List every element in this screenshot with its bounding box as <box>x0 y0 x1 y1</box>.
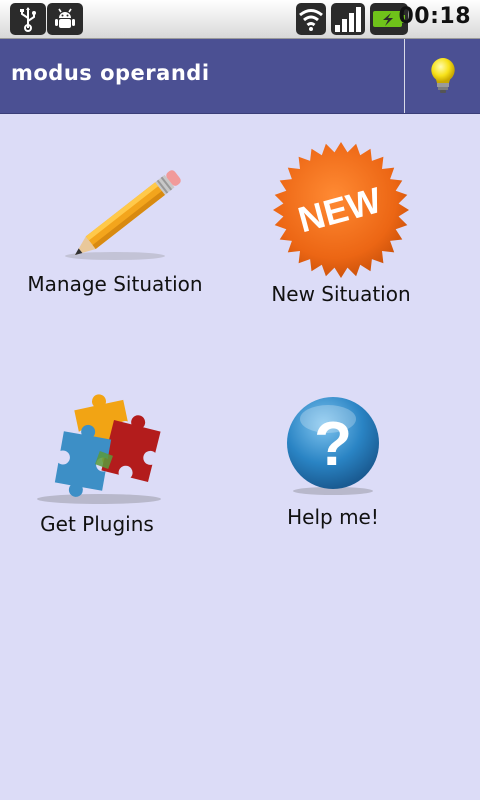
wifi-icon <box>296 3 326 35</box>
get-plugins-label: Get Plugins <box>40 512 154 536</box>
help-tile[interactable]: ? Help me! <box>218 395 448 529</box>
question-icon: ? <box>287 397 379 495</box>
new-situation-tile[interactable]: NEW New Situation <box>226 140 456 306</box>
pencil-icon <box>65 170 181 260</box>
usb-icon <box>10 3 46 35</box>
new-situation-label: New Situation <box>271 282 411 306</box>
manage-situation-label: Manage Situation <box>27 272 203 296</box>
signal-icon <box>331 3 365 35</box>
tip-button[interactable] <box>405 39 480 113</box>
app-title: modus operandi <box>11 61 210 85</box>
get-plugins-tile[interactable]: Get Plugins <box>0 385 212 536</box>
lightbulb-icon <box>430 58 455 93</box>
help-label: Help me! <box>287 505 379 529</box>
status-clock: 00:18 <box>398 4 471 29</box>
status-bar: 00:18 <box>0 0 480 39</box>
puzzle-icon <box>37 394 161 504</box>
svg-text:?: ? <box>314 410 352 479</box>
app-title-bar: modus operandi <box>0 39 480 114</box>
debug-icon <box>47 3 83 35</box>
manage-situation-tile[interactable]: Manage Situation <box>0 150 230 296</box>
new-badge-icon: NEW <box>273 142 409 278</box>
